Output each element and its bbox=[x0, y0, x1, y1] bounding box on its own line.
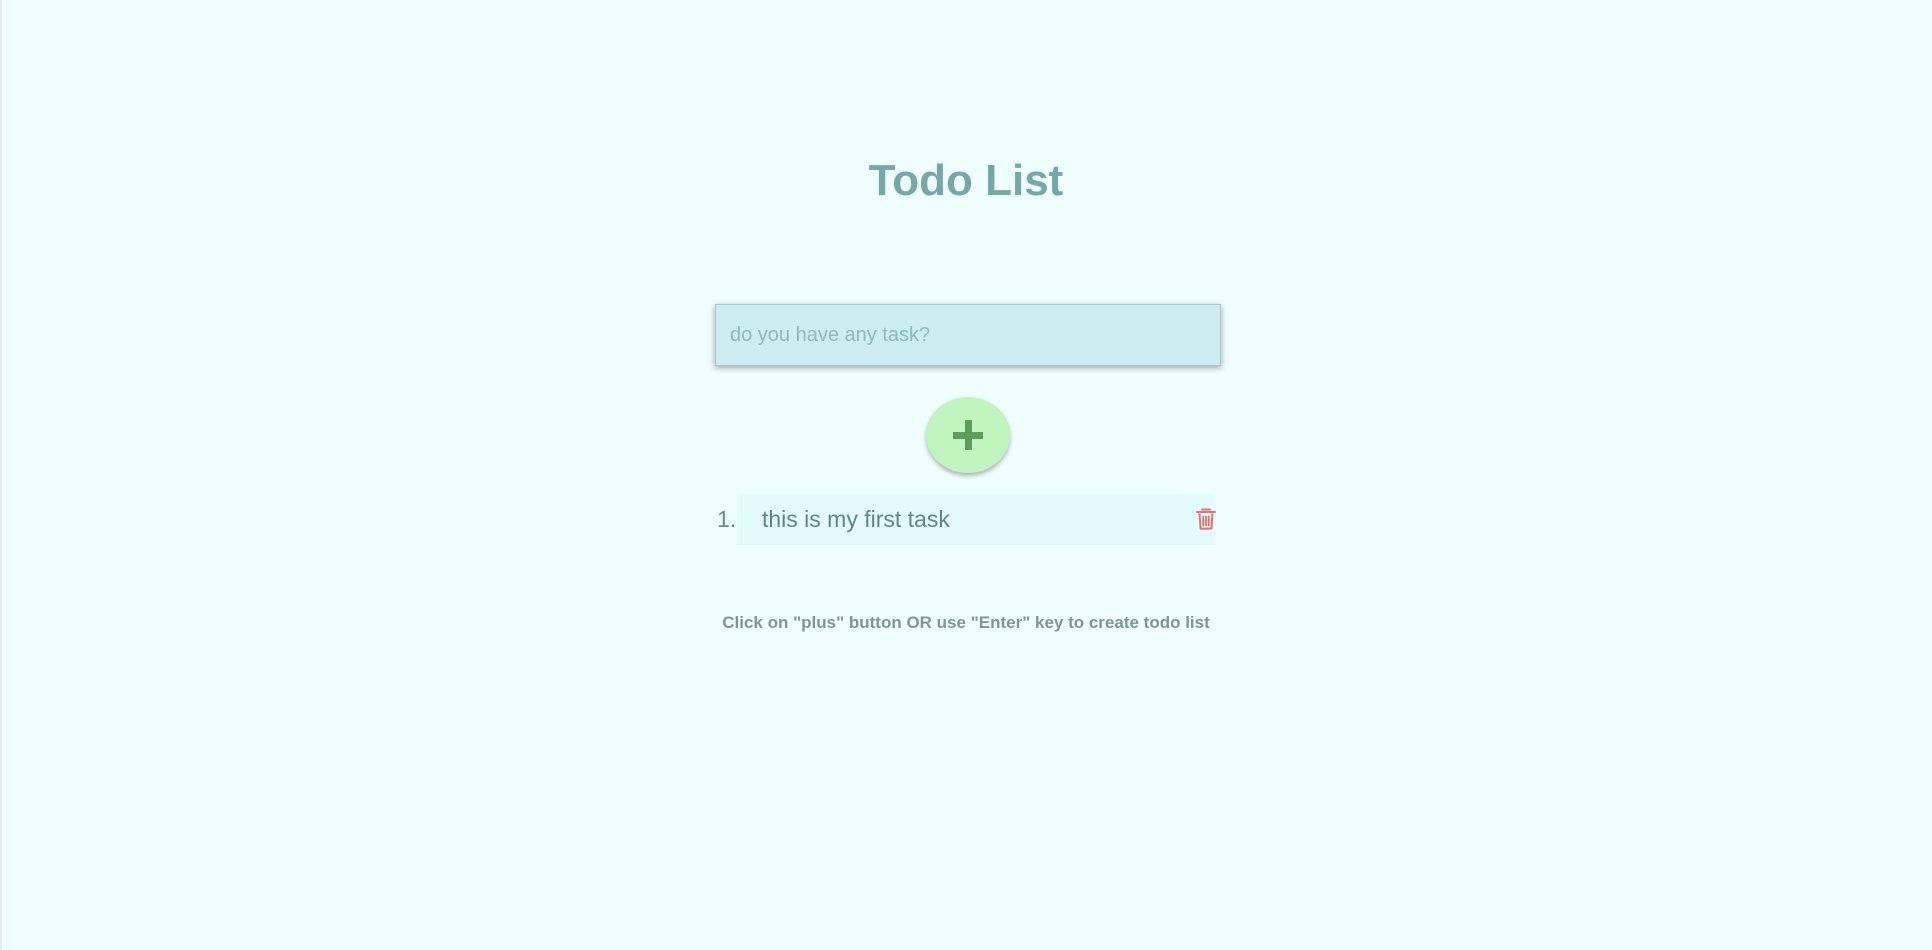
page-title: Todo List bbox=[868, 156, 1064, 205]
trash-icon bbox=[1196, 508, 1216, 530]
todo-list: 1. this is my first task bbox=[717, 494, 1217, 545]
todo-item: 1. this is my first task bbox=[717, 494, 1217, 545]
add-task-button[interactable] bbox=[926, 397, 1010, 473]
todo-item-index: 1. bbox=[717, 506, 737, 532]
todo-item-box: this is my first task bbox=[737, 494, 1218, 545]
delete-task-button[interactable] bbox=[1194, 506, 1218, 532]
todo-app: Todo List 1. this is my first task Click… bbox=[0, 0, 1932, 950]
todo-item-text: this is my first task bbox=[762, 506, 950, 532]
instruction-text: Click on "plus" button OR use "Enter" ke… bbox=[722, 613, 1210, 632]
task-input[interactable] bbox=[715, 304, 1221, 366]
plus-icon bbox=[953, 420, 983, 450]
